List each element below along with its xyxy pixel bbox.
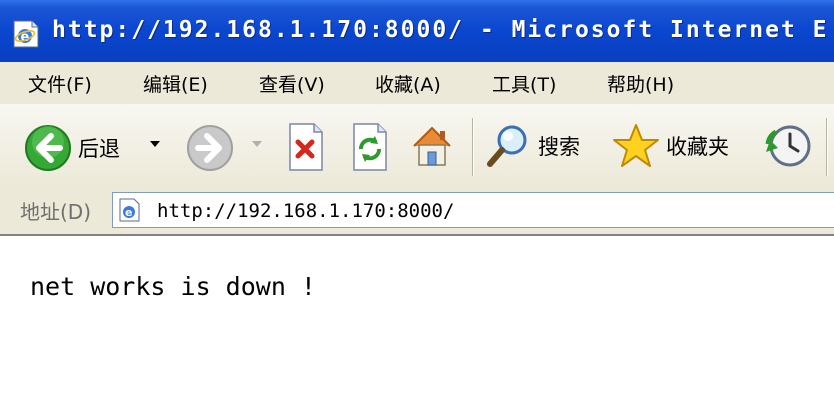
search-icon — [487, 125, 527, 167]
menu-view[interactable]: 查看(V) — [259, 70, 325, 97]
svg-text:e: e — [125, 206, 132, 219]
menu-favorites[interactable]: 收藏(A) — [375, 70, 441, 97]
favorites-label: 收藏夹 — [666, 135, 729, 159]
toolbar: 后退 搜索 收藏夹 — [0, 104, 834, 189]
address-bar: 地址(D) e http://192.168.1.170:8000/ — [0, 188, 834, 234]
forward-arrow-icon — [187, 125, 233, 171]
search-button[interactable]: 搜索 — [484, 122, 580, 170]
refresh-icon — [353, 123, 387, 171]
forward-button[interactable] — [186, 124, 234, 172]
refresh-button[interactable] — [350, 122, 390, 172]
back-label: 后退 — [78, 137, 120, 161]
stop-button[interactable] — [286, 122, 326, 172]
stop-icon — [289, 123, 323, 171]
window-title: http://192.168.1.170:8000/ - Microsoft I… — [52, 17, 829, 43]
menu-file[interactable]: 文件(F) — [28, 70, 92, 97]
star-icon — [613, 124, 659, 167]
back-dropdown-icon[interactable] — [150, 141, 160, 147]
internet-explorer-icon: e — [13, 20, 39, 48]
menu-edit[interactable]: 编辑(E) — [143, 70, 208, 97]
history-icon — [765, 125, 811, 167]
page-message: net works is down ! — [30, 272, 316, 301]
page-icon: e — [119, 198, 140, 222]
menu-help[interactable]: 帮助(H) — [607, 70, 674, 97]
menu-bar: 文件(F) 编辑(E) 查看(V) 收藏(A) 工具(T) 帮助(H) — [0, 62, 834, 105]
home-icon — [413, 126, 451, 166]
address-url: http://192.168.1.170:8000/ — [157, 200, 455, 222]
address-label: 地址(D) — [20, 200, 92, 224]
forward-dropdown-icon[interactable] — [252, 141, 262, 147]
menu-tools[interactable]: 工具(T) — [492, 70, 556, 97]
title-bar[interactable]: e http://192.168.1.170:8000/ - Microsoft… — [0, 0, 834, 62]
history-button[interactable] — [764, 122, 812, 170]
favorites-button[interactable]: 收藏夹 — [612, 122, 729, 170]
page-content: net works is down ! — [0, 234, 834, 394]
home-button[interactable] — [408, 122, 456, 170]
search-label: 搜索 — [538, 135, 580, 159]
toolbar-separator-right — [826, 118, 827, 176]
toolbar-separator — [472, 118, 473, 176]
address-input[interactable]: e http://192.168.1.170:8000/ — [112, 192, 834, 228]
back-button[interactable]: 后退 — [24, 124, 120, 172]
back-arrow-icon — [25, 125, 71, 171]
